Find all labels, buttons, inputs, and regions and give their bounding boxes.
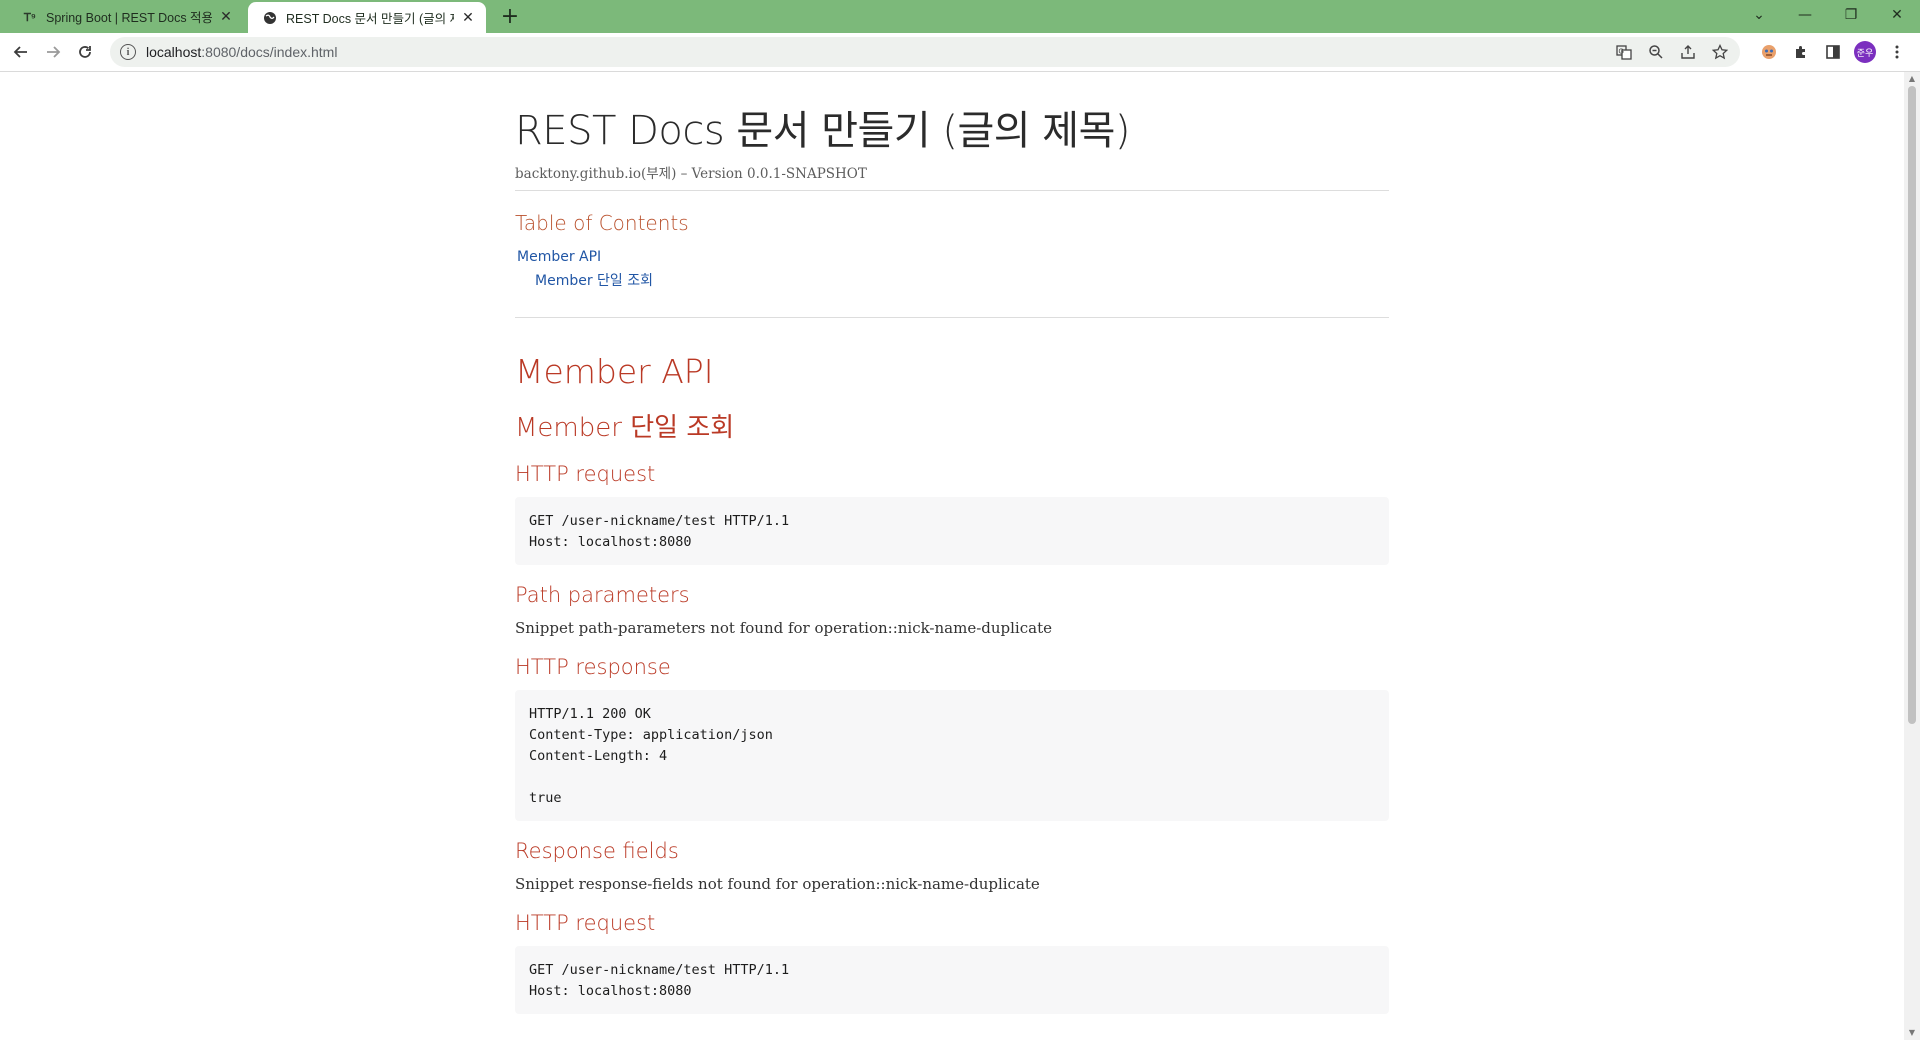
heading-path-parameters: Path parameters bbox=[515, 583, 690, 607]
bookmark-star-icon[interactable] bbox=[1708, 40, 1732, 64]
scrollbar-thumb[interactable] bbox=[1908, 86, 1916, 724]
heading-http-request: HTTP request bbox=[515, 462, 656, 486]
side-panel-icon[interactable] bbox=[1820, 39, 1846, 65]
arrow-left-icon bbox=[13, 46, 27, 58]
heading-response-fields: Response fields bbox=[515, 839, 679, 863]
restore-button[interactable]: ❐ bbox=[1828, 0, 1874, 30]
divider bbox=[515, 317, 1389, 318]
close-window-button[interactable]: ✕ bbox=[1874, 0, 1920, 30]
section-heading-member-api: Member API bbox=[515, 352, 714, 391]
heading-http-request-2: HTTP request bbox=[515, 911, 656, 935]
site-favicon-icon: ꓔ⁹ bbox=[22, 9, 38, 25]
page-title: REST Docs 문서 만들기 (글의 제목) bbox=[515, 108, 1130, 154]
site-info-icon[interactable]: i bbox=[120, 44, 136, 60]
tab-strip: ꓔ⁹ Spring Boot | REST Docs 적용하 ✕ REST Do… bbox=[0, 0, 1920, 33]
svg-text:ꓔ⁹: ꓔ⁹ bbox=[23, 12, 36, 24]
reload-icon bbox=[79, 46, 91, 58]
address-bar[interactable]: i localhost:8080/docs/index.html G bbox=[110, 37, 1740, 67]
forward-button[interactable] bbox=[40, 39, 66, 65]
arrow-right-icon bbox=[47, 46, 61, 58]
response-fields-text: Snippet response-fields not found for op… bbox=[515, 875, 1040, 893]
document-body: REST Docs 문서 만들기 (글의 제목) backtony.github… bbox=[515, 72, 1389, 1014]
toc-title: Table of Contents bbox=[515, 211, 689, 235]
back-button[interactable] bbox=[8, 39, 34, 65]
browser-toolbar: i localhost:8080/docs/index.html G 준우 bbox=[0, 33, 1920, 72]
code-block-http-response: HTTP/1.1 200 OK Content-Type: applicatio… bbox=[515, 690, 1389, 821]
extension-icon[interactable] bbox=[1756, 39, 1782, 65]
browser-menu-icon[interactable] bbox=[1884, 39, 1910, 65]
tab-title: REST Docs 문서 만들기 (글의 제 bbox=[286, 12, 454, 26]
document-details: backtony.github.io(부제) – Version 0.0.1-S… bbox=[515, 162, 1389, 191]
toc-link-member-single-lookup[interactable]: Member 단일 조회 bbox=[517, 269, 1389, 293]
url-text[interactable]: localhost:8080/docs/index.html bbox=[146, 44, 337, 60]
scroll-up-icon[interactable]: ▲ bbox=[1907, 74, 1917, 84]
tab-close-icon[interactable]: ✕ bbox=[460, 9, 476, 26]
tab-rest-docs[interactable]: REST Docs 문서 만들기 (글의 제 ✕ bbox=[248, 2, 486, 33]
tab-search-icon[interactable]: ⌄ bbox=[1736, 0, 1782, 30]
tab-title: Spring Boot | REST Docs 적용하 bbox=[46, 11, 212, 25]
translate-icon[interactable]: G bbox=[1612, 40, 1636, 64]
zoom-icon[interactable] bbox=[1644, 40, 1668, 64]
extensions-puzzle-icon[interactable] bbox=[1788, 39, 1814, 65]
svg-text:G: G bbox=[1619, 49, 1624, 56]
page-viewport: REST Docs 문서 만들기 (글의 제목) backtony.github… bbox=[0, 72, 1904, 1040]
path-parameters-text: Snippet path-parameters not found for op… bbox=[515, 619, 1052, 637]
code-block-http-request: GET /user-nickname/test HTTP/1.1 Host: l… bbox=[515, 497, 1389, 565]
tab-spring-boot[interactable]: ꓔ⁹ Spring Boot | REST Docs 적용하 ✕ bbox=[8, 0, 244, 33]
reload-button[interactable] bbox=[72, 39, 98, 65]
table-of-contents: Member API Member 단일 조회 bbox=[517, 245, 1389, 293]
vertical-scrollbar[interactable]: ▲ ▼ bbox=[1904, 72, 1920, 1040]
heading-http-response: HTTP response bbox=[515, 655, 671, 679]
scroll-down-icon[interactable]: ▼ bbox=[1907, 1028, 1917, 1038]
minimize-button[interactable]: — bbox=[1782, 0, 1828, 30]
profile-avatar[interactable]: 준우 bbox=[1852, 39, 1878, 65]
new-tab-button[interactable]: + bbox=[498, 4, 522, 29]
tab-close-icon[interactable]: ✕ bbox=[218, 8, 234, 25]
code-block-http-request-2: GET /user-nickname/test HTTP/1.1 Host: l… bbox=[515, 946, 1389, 1014]
share-icon[interactable] bbox=[1676, 40, 1700, 64]
toc-link-member-api[interactable]: Member API bbox=[517, 245, 1389, 269]
subsection-heading-member-single: Member 단일 조회 bbox=[515, 413, 735, 443]
globe-icon bbox=[262, 10, 278, 26]
